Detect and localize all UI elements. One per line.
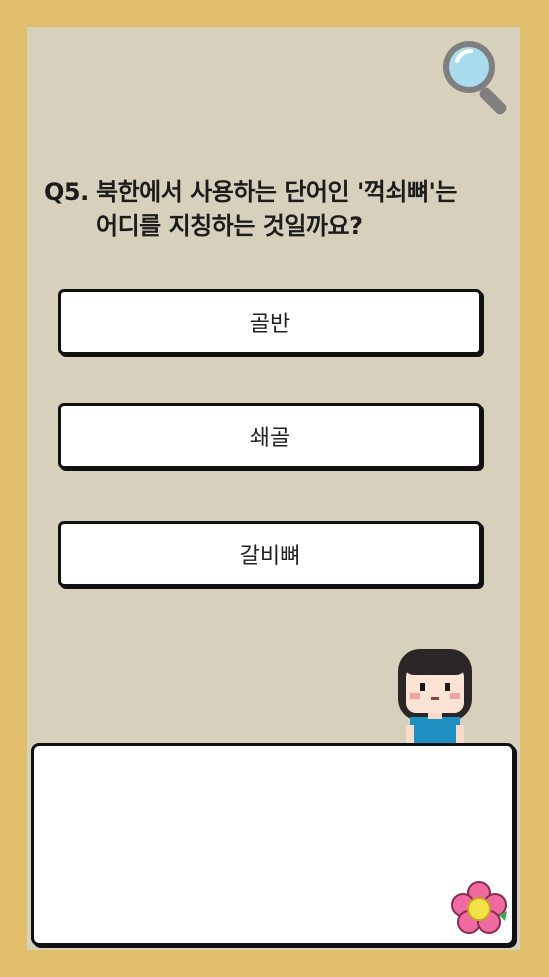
search-icon[interactable] [437, 35, 513, 121]
question-number: Q5. [44, 178, 89, 206]
quiz-panel: Q5. 북한에서 사용하는 단어인 '꺽쇠뼈'는 어디를 지칭하는 것일까요? 골… [27, 27, 520, 950]
answer-option-label: 갈비뼈 [239, 544, 301, 569]
question-text: Q5. 북한에서 사용하는 단어인 '꺽쇠뼈'는 어디를 지칭하는 것일까요? [44, 175, 514, 243]
question-line-1: 북한에서 사용하는 단어인 '꺽쇠뼈'는 [96, 178, 457, 206]
flower-icon [451, 881, 507, 934]
girl-character-icon [398, 649, 472, 747]
answer-option-3[interactable]: 갈비뼈 [58, 521, 482, 587]
dialog-box [31, 743, 515, 946]
answer-option-label: 쇄골 [249, 426, 291, 451]
answer-option-2[interactable]: 쇄골 [58, 403, 482, 469]
answer-option-1[interactable]: 골반 [58, 289, 482, 355]
question-line-2: 어디를 지칭하는 것일까요? [96, 212, 363, 240]
answer-option-label: 골반 [249, 312, 291, 337]
